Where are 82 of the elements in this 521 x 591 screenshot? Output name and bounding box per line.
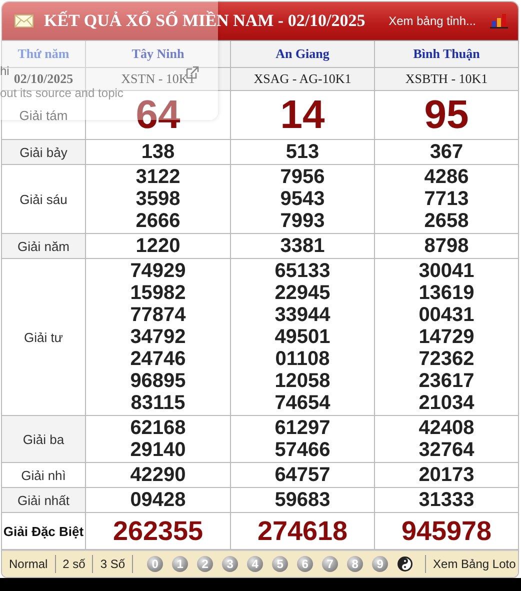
result-number: 77874 — [130, 304, 186, 326]
number-ball[interactable]: 1 — [172, 556, 188, 572]
result-number: 1220 — [136, 235, 180, 257]
result-number: 29140 — [130, 439, 186, 461]
result-number: 14 — [280, 92, 325, 138]
prize-label: Giải ba — [2, 416, 86, 463]
result-number: 8798 — [424, 235, 469, 257]
number-ball[interactable]: 2 — [197, 556, 214, 572]
province-table-link[interactable]: Xem bảng tỉnh... — [388, 14, 476, 28]
result-number: 274618 — [257, 515, 348, 548]
result-number: 59683 — [274, 489, 330, 511]
mode-button[interactable]: 3 Số — [93, 555, 134, 573]
loto-table-link[interactable]: Xem Bảng Loto — [425, 555, 518, 573]
number-ball[interactable]: 7 — [322, 556, 338, 572]
number-ball[interactable]: 5 — [272, 556, 288, 572]
result-number: 00431 — [418, 304, 474, 326]
result-number: 34792 — [130, 326, 186, 348]
province-name[interactable]: Bình Thuận — [375, 41, 518, 68]
number-ball[interactable]: 9 — [372, 556, 388, 572]
result-number: 4286 — [424, 166, 469, 188]
result-number: 21034 — [418, 392, 474, 414]
result-number: 64 — [136, 92, 180, 138]
result-number: 62168 — [130, 417, 186, 439]
number-ball[interactable]: 6 — [297, 556, 314, 572]
result-number: 14729 — [418, 326, 474, 348]
result-number: 61297 — [274, 417, 330, 439]
weekday-cell: Thứ năm — [2, 41, 86, 68]
result-number: 30041 — [418, 260, 474, 282]
number-ball[interactable]: 0 — [147, 556, 164, 572]
result-number: 74654 — [274, 392, 330, 414]
result-number: 3122 — [136, 166, 180, 188]
result-number: 2658 — [424, 210, 469, 232]
result-number: 01108 — [275, 348, 330, 370]
result-number: 262355 — [112, 515, 204, 548]
prize-label: Giải bảy — [2, 140, 86, 165]
province-name[interactable]: An Giang — [231, 41, 375, 68]
result-number: 95 — [424, 92, 469, 138]
result-number: 7993 — [280, 210, 325, 232]
result-number: 49501 — [274, 326, 330, 348]
result-number: 20173 — [418, 464, 474, 486]
result-number: 12058 — [274, 370, 330, 392]
ticket-code: XSBTH - 10K1 — [375, 68, 518, 91]
number-ball[interactable]: 8 — [347, 556, 364, 572]
prize-label: Giải năm — [2, 234, 86, 259]
bar-chart-icon — [490, 13, 508, 29]
result-number: 96895 — [130, 370, 186, 392]
result-number: 3598 — [136, 188, 180, 210]
yin-yang-icon[interactable] — [397, 556, 414, 572]
result-number: 22945 — [274, 282, 330, 304]
result-number: 2666 — [136, 210, 180, 232]
result-number: 13619 — [418, 282, 474, 304]
ticket-code: XSAG - AG-10K1 — [231, 68, 375, 91]
result-number: 23617 — [418, 370, 474, 392]
result-number: 3381 — [280, 235, 325, 257]
result-number: 24746 — [130, 348, 186, 370]
result-number: 32764 — [418, 439, 474, 461]
prize-label: Giải nhất — [2, 488, 86, 513]
result-number: 945978 — [401, 515, 492, 548]
result-number: 367 — [430, 141, 464, 163]
result-number: 31333 — [418, 489, 474, 511]
result-number: 15982 — [130, 282, 186, 304]
result-number: 513 — [286, 141, 320, 163]
result-number: 09428 — [130, 489, 186, 511]
result-number: 65133 — [274, 260, 330, 282]
mode-button[interactable]: Normal — [2, 555, 56, 573]
province-name[interactable]: Tây Ninh — [86, 41, 231, 68]
number-ball[interactable]: 4 — [247, 556, 264, 572]
result-number: 7956 — [280, 166, 325, 188]
mode-button[interactable]: 2 số — [56, 555, 94, 573]
envelope-icon — [14, 14, 34, 28]
result-number: 83115 — [130, 392, 186, 414]
result-number: 138 — [141, 141, 175, 163]
result-number: 57466 — [274, 439, 330, 461]
result-number: 42408 — [418, 417, 474, 439]
result-number: 64757 — [274, 464, 330, 486]
result-number: 42290 — [130, 464, 186, 486]
result-number: 74929 — [130, 260, 186, 282]
result-number: 33944 — [274, 304, 330, 326]
result-number: 72362 — [418, 348, 474, 370]
number-ball[interactable]: 3 — [222, 556, 238, 572]
result-number: 9543 — [280, 188, 325, 210]
result-number: 7713 — [424, 188, 469, 210]
